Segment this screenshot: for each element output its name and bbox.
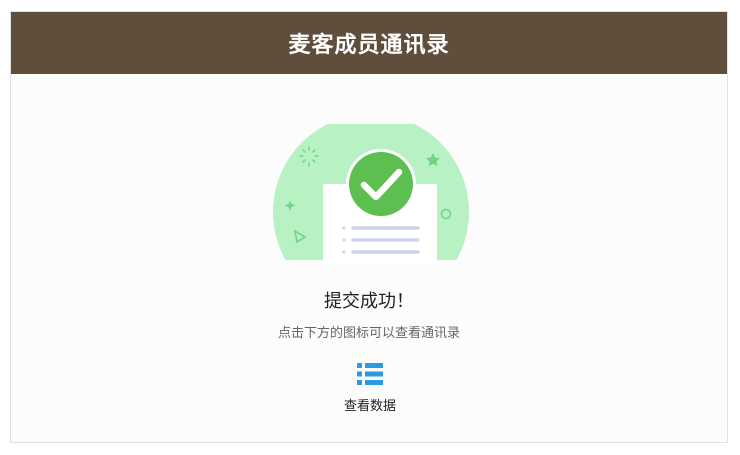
list-icon xyxy=(357,363,383,385)
view-data-button[interactable]: 查看数据 xyxy=(330,362,410,418)
success-title: 提交成功！ xyxy=(324,291,414,312)
header-bar: 麦客成员通讯录 xyxy=(11,12,727,74)
page-title: 麦客成员通讯录 xyxy=(288,33,450,58)
form-result-card: 麦客成员通讯录 提交成功！ 点击下方的图标可以查看通讯录 查看数据 xyxy=(10,11,728,443)
success-subtitle: 点击下方的图标可以查看通讯录 xyxy=(277,326,460,341)
view-data-label: 查看数据 xyxy=(343,399,396,414)
success-illustration xyxy=(273,124,469,264)
